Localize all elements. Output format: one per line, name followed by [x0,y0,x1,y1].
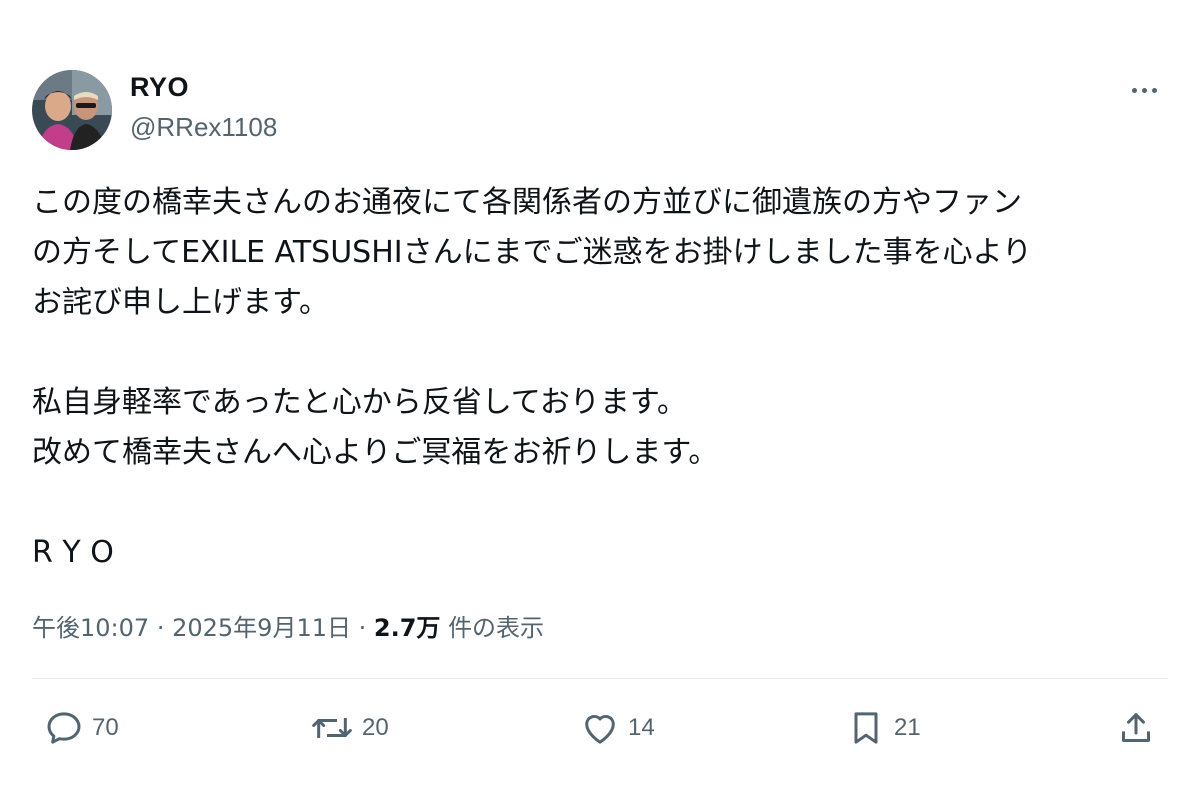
post-text: この度の橋幸夫さんのお通夜にて各関係者の方並びに御遺族の方やファン の方そしてE… [32,178,1162,578]
user-handle[interactable]: @RRex1108 [130,112,277,143]
bookmark-icon [854,712,878,744]
share-upload-icon [1122,713,1150,742]
post-text-line: 私自身軽率であったと心から反省しております。 [32,385,687,420]
views-count: 2.7万 [373,614,441,642]
like-button[interactable]: 14 [580,708,655,748]
post-text-line: 改めて橋幸夫さんへ心よりご冥福をお祈りします。 [32,435,719,470]
post-date[interactable]: 2025年9月11日 [172,614,351,642]
reply-count: 70 [92,714,119,741]
post-text-blank-line [32,478,1162,528]
post-text-line: お詫び申し上げます。 [32,285,329,320]
post-text-line: この度の橋幸夫さんのお通夜にて各関係者の方並びに御遺族の方やファン [32,185,1022,220]
more-dots-icon [1141,87,1147,93]
avatar-photo [32,70,112,150]
post-time[interactable]: 午後10:07 [32,614,149,642]
post-signature: R Y O [32,535,114,570]
avatar[interactable] [32,70,112,150]
more-dots-icon [1131,87,1137,93]
meta-separator: · [156,614,165,642]
reply-bubble-icon [47,712,81,744]
more-dots-icon [1151,87,1157,93]
post-text-line: の方そしてEXILE ATSUSHIさんにまでご迷惑をお掛けしました事を心より [32,235,1033,270]
display-name[interactable]: RYO [130,72,189,103]
divider [32,678,1168,679]
repost-count: 20 [362,714,389,741]
meta-separator: · [358,614,367,642]
bookmark-count: 21 [894,714,921,741]
reply-button[interactable]: 70 [44,708,119,748]
views-label: 件の表示 [448,614,545,642]
post-meta: 午後10:07 · 2025年9月11日 · 2.7万 件の表示 [32,608,544,643]
bookmark-button[interactable]: 21 [846,708,921,748]
share-button[interactable] [1116,708,1156,748]
heart-icon [585,715,615,744]
action-bar: 70 20 14 21 [0,700,1200,760]
more-options-button[interactable] [1124,80,1164,100]
tweet-card: RYO @RRex1108 この度の橋幸夫さんのお通夜にて各関係者の方並びに御遺… [0,0,1200,800]
post-text-blank-line [32,328,1162,378]
like-count: 14 [628,714,655,741]
repost-button[interactable]: 20 [310,708,389,748]
repost-arrows-icon [312,718,352,738]
